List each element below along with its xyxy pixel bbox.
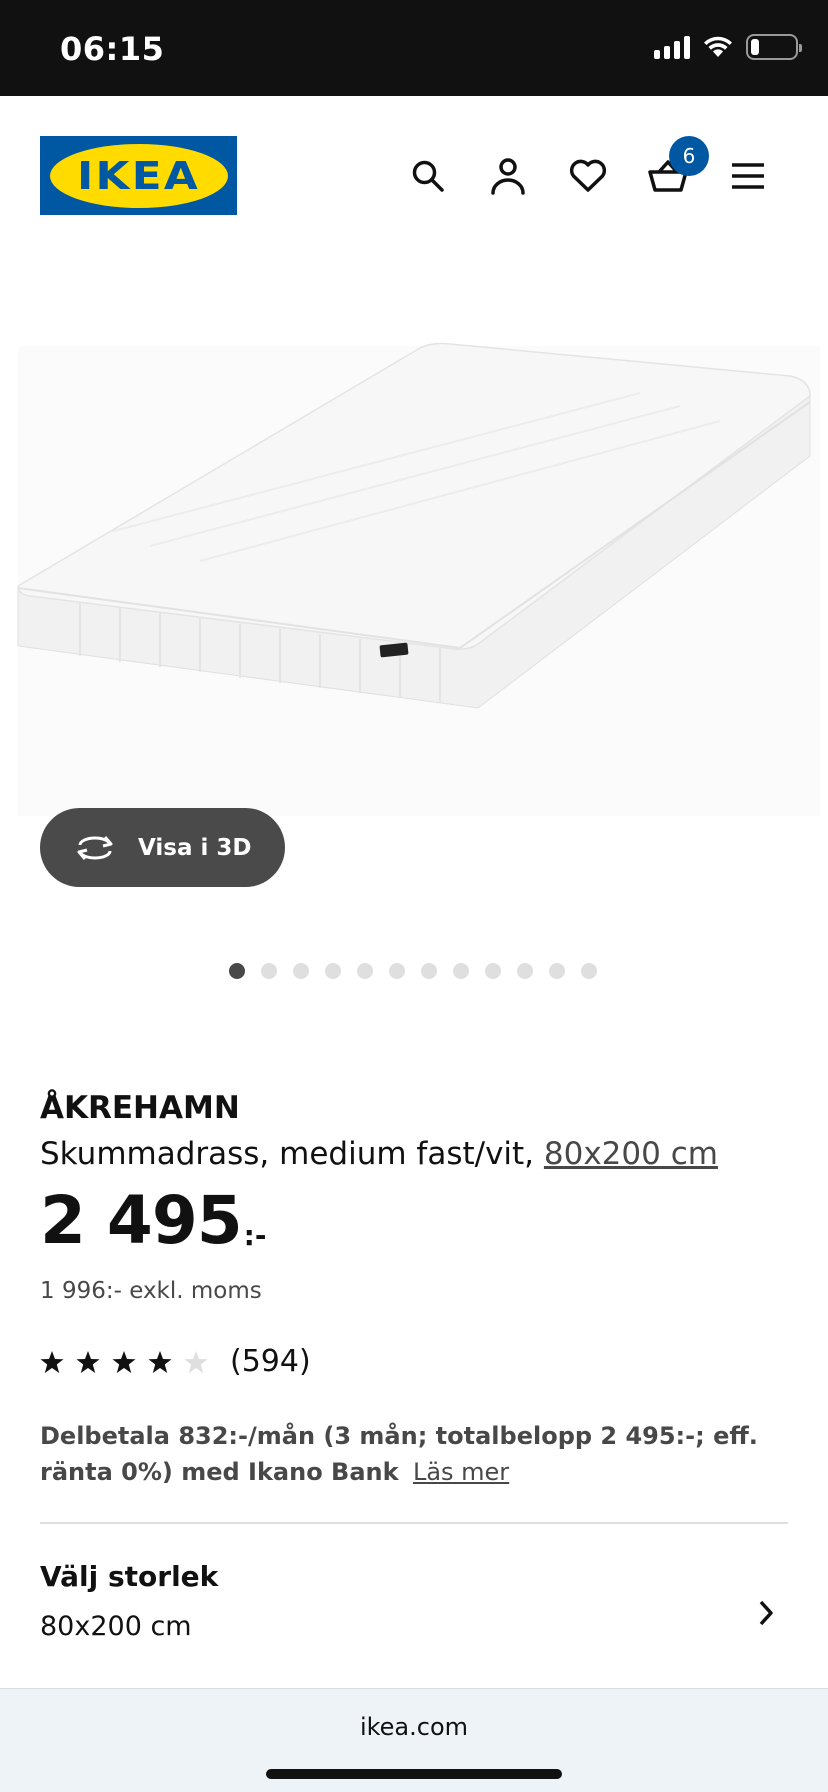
image-carousel-dots (229, 963, 597, 979)
battery-level (751, 39, 760, 55)
carousel-dot[interactable] (389, 963, 405, 979)
star-icon (184, 1350, 208, 1373)
carousel-dot[interactable] (357, 963, 373, 979)
rotate-3d-icon (77, 835, 113, 860)
read-more-link[interactable]: Läs mer (413, 1458, 509, 1486)
product-rating[interactable]: (594) (40, 1344, 311, 1379)
favorites-button[interactable] (560, 148, 616, 204)
carousel-dot[interactable] (581, 963, 597, 979)
profile-icon (491, 158, 525, 195)
cart-count-badge: 6 (669, 136, 709, 176)
mattress-image (17, 342, 820, 816)
site-header: IKEA 6 (0, 96, 828, 256)
carousel-dot[interactable] (517, 963, 533, 979)
carousel-dot[interactable] (549, 963, 565, 979)
search-icon (412, 160, 444, 192)
size-selector-value: 80x200 cm (40, 1611, 192, 1642)
carousel-dot[interactable] (453, 963, 469, 979)
wifi-icon (704, 36, 732, 57)
star-icon (112, 1350, 136, 1373)
star-icon (148, 1350, 172, 1373)
rating-count: (594) (230, 1344, 311, 1379)
heart-icon (569, 159, 607, 192)
size-selector[interactable]: Välj storlek 80x200 cm (40, 1560, 788, 1670)
url-text: ikea.com (359, 1713, 469, 1741)
browser-address-bar[interactable]: ikea.com (0, 1688, 828, 1792)
price-suffix: :- (243, 1219, 267, 1252)
product-name: ÅKREHAMN (40, 1090, 240, 1126)
cellular-signal-icon (654, 35, 690, 59)
size-selector-title: Välj storlek (40, 1560, 219, 1593)
home-indicator (266, 1769, 562, 1779)
profile-button[interactable] (480, 148, 536, 204)
carousel-dot[interactable] (229, 963, 245, 979)
star-icon (40, 1350, 64, 1373)
product-price: 2 495 :- (40, 1188, 267, 1254)
menu-icon (732, 163, 764, 189)
carousel-dot[interactable] (325, 963, 341, 979)
product-description-text: Skummadrass, medium fast/vit, (40, 1136, 544, 1172)
carousel-dot[interactable] (485, 963, 501, 979)
battery-icon (746, 34, 802, 60)
search-button[interactable] (400, 148, 456, 204)
ikea-logo[interactable]: IKEA (40, 136, 237, 215)
price-excl-vat: 1 996:- exkl. moms (40, 1278, 262, 1304)
status-time: 06:15 (60, 30, 165, 68)
price-main: 2 495 (40, 1182, 243, 1259)
logo-oval: IKEA (49, 143, 228, 208)
financing-info: Delbetala 832:-/mån (3 mån; totalbelopp … (40, 1418, 790, 1490)
carousel-dot[interactable] (293, 963, 309, 979)
financing-text: Delbetala 832:-/mån (3 mån; totalbelopp … (40, 1422, 758, 1486)
star-icon (76, 1350, 100, 1373)
carousel-dot[interactable] (421, 963, 437, 979)
menu-button[interactable] (720, 148, 776, 204)
product-size-link[interactable]: 80x200 cm (544, 1136, 718, 1172)
product-image[interactable] (0, 256, 828, 836)
divider (40, 1522, 788, 1524)
chevron-right-icon (759, 1600, 773, 1626)
status-bar: 06:15 (0, 0, 828, 96)
view-in-3d-label: Visa i 3D (138, 834, 252, 861)
status-icons (654, 34, 802, 60)
product-description: Skummadrass, medium fast/vit, 80x200 cm (40, 1136, 718, 1172)
logo-text: IKEA (76, 153, 200, 198)
carousel-dot[interactable] (261, 963, 277, 979)
view-in-3d-button[interactable]: Visa i 3D (40, 808, 285, 887)
rating-stars (40, 1350, 208, 1374)
